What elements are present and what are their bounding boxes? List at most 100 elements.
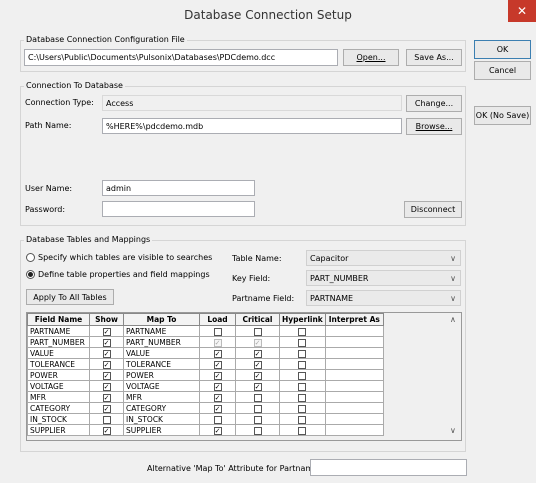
disconnect-button[interactable]: Disconnect (404, 201, 462, 218)
show-checkbox[interactable]: ✓ (102, 338, 111, 347)
connection-type-label: Connection Type: (25, 98, 94, 107)
map-to-cell: PART_NUMBER (123, 336, 200, 348)
change-button[interactable]: Change... (406, 95, 462, 112)
radio-specify-tables[interactable] (26, 253, 35, 262)
table-row[interactable]: VOLTAGE ✓ VOLTAGE ✓ ✓ (27, 380, 384, 392)
load-checkbox[interactable]: ✓ (213, 349, 222, 358)
hyperlink-cell (279, 347, 326, 359)
scroll-up-icon[interactable]: ∧ (450, 315, 456, 324)
critical-checkbox[interactable]: ✓ (253, 360, 262, 369)
close-button[interactable]: ✕ (508, 0, 536, 22)
map-to-cell: MFR (123, 391, 200, 403)
critical-checkbox[interactable] (253, 393, 262, 402)
critical-checkbox[interactable] (253, 327, 262, 336)
critical-checkbox[interactable] (253, 404, 262, 413)
table-row[interactable]: CATEGORY ✓ CATEGORY ✓ (27, 402, 384, 414)
hyperlink-checkbox[interactable] (298, 360, 307, 369)
browse-button[interactable]: Browse... (406, 118, 462, 135)
show-checkbox[interactable]: ✓ (102, 360, 111, 369)
key-field-select[interactable]: PART_NUMBER ∨ (306, 270, 461, 286)
table-row[interactable]: TOLERANCE ✓ TOLERANCE ✓ ✓ (27, 358, 384, 370)
critical-checkbox[interactable]: ✓ (253, 349, 262, 358)
load-checkbox[interactable]: ✓ (213, 360, 222, 369)
critical-checkbox[interactable] (253, 415, 262, 424)
hyperlink-checkbox[interactable] (298, 404, 307, 413)
show-checkbox[interactable]: ✓ (102, 327, 111, 336)
ok-no-save-button[interactable]: OK (No Save) (474, 106, 531, 125)
table-row[interactable]: PARTNAME ✓ PARTNAME (27, 325, 384, 337)
path-name-field[interactable]: %HERE%\pdcdemo.mdb (102, 118, 402, 134)
column-header[interactable]: Field Name (27, 313, 90, 326)
partname-field-select[interactable]: PARTNAME ∨ (306, 290, 461, 306)
load-checkbox[interactable]: ✓ (213, 426, 222, 435)
show-checkbox[interactable]: ✓ (102, 349, 111, 358)
table-name-select[interactable]: Capacitor ∨ (306, 250, 461, 266)
table-row[interactable]: VALUE ✓ VALUE ✓ ✓ (27, 347, 384, 359)
show-cell: ✓ (89, 325, 124, 337)
show-checkbox[interactable] (102, 415, 111, 424)
open-button[interactable]: Open... (343, 49, 399, 66)
show-checkbox[interactable]: ✓ (102, 426, 111, 435)
hyperlink-checkbox[interactable] (298, 338, 307, 347)
critical-cell: ✓ (235, 358, 280, 370)
hyperlink-checkbox[interactable] (298, 382, 307, 391)
radio-define-properties[interactable] (26, 270, 35, 279)
field-name-cell: CATEGORY (27, 402, 90, 414)
partname-field-value: PARTNAME (310, 293, 354, 303)
apply-to-all-tables-button[interactable]: Apply To All Tables (26, 289, 114, 305)
critical-checkbox[interactable] (253, 426, 262, 435)
table-row[interactable]: PART_NUMBER ✓ PART_NUMBER ✓ ✓ (27, 336, 384, 348)
load-checkbox[interactable] (213, 327, 222, 336)
hyperlink-checkbox[interactable] (298, 371, 307, 380)
load-cell: ✓ (199, 402, 236, 414)
table-row[interactable]: SUPPLIER ✓ SUPPLIER ✓ (27, 424, 384, 436)
config-file-path-field[interactable]: C:\Users\Public\Documents\Pulsonix\Datab… (24, 49, 338, 66)
hyperlink-cell (279, 424, 326, 436)
table-row[interactable]: IN_STOCK IN_STOCK (27, 413, 384, 425)
load-checkbox[interactable]: ✓ (213, 382, 222, 391)
mappings-grid[interactable]: Field Name Show Map To Load Critical Hyperlin… (26, 312, 462, 441)
hyperlink-checkbox[interactable] (298, 415, 307, 424)
scroll-down-icon[interactable]: ∨ (450, 426, 456, 435)
load-checkbox[interactable]: ✓ (213, 404, 222, 413)
column-header[interactable]: Show (89, 313, 124, 326)
save-as-button[interactable]: Save As... (406, 49, 462, 66)
hyperlink-checkbox[interactable] (298, 349, 307, 358)
load-cell (199, 413, 236, 425)
hyperlink-checkbox[interactable] (298, 393, 307, 402)
show-checkbox[interactable]: ✓ (102, 371, 111, 380)
show-checkbox[interactable]: ✓ (102, 404, 111, 413)
map-to-cell: CATEGORY (123, 402, 200, 414)
column-header[interactable]: Map To (123, 313, 200, 326)
user-name-field[interactable]: admin (102, 180, 255, 196)
cancel-button[interactable]: Cancel (474, 61, 531, 80)
password-field[interactable] (102, 201, 255, 217)
hyperlink-checkbox[interactable] (298, 327, 307, 336)
load-checkbox[interactable]: ✓ (213, 371, 222, 380)
alt-map-field[interactable] (310, 459, 467, 476)
mappings-group-label: Database Tables and Mappings (24, 235, 153, 244)
column-header[interactable]: Critical (235, 313, 280, 326)
vertical-scrollbar[interactable]: ∧ ∨ (447, 313, 461, 440)
load-checkbox[interactable] (213, 415, 222, 424)
hyperlink-cell (279, 380, 326, 392)
show-checkbox[interactable]: ✓ (102, 393, 111, 402)
ok-button[interactable]: OK (474, 40, 531, 59)
critical-checkbox[interactable]: ✓ (253, 371, 262, 380)
load-checkbox: ✓ (213, 338, 222, 347)
table-row[interactable]: POWER ✓ POWER ✓ ✓ (27, 369, 384, 381)
critical-cell (235, 402, 280, 414)
critical-checkbox[interactable]: ✓ (253, 382, 262, 391)
path-name-label: Path Name: (25, 121, 72, 130)
table-row[interactable]: MFR ✓ MFR ✓ (27, 391, 384, 403)
table-name-value: Capacitor (310, 253, 349, 263)
load-cell (199, 325, 236, 337)
hyperlink-checkbox[interactable] (298, 426, 307, 435)
load-checkbox[interactable]: ✓ (213, 393, 222, 402)
column-header[interactable]: Hyperlink (279, 313, 326, 326)
field-name-cell: VALUE (27, 347, 90, 359)
column-header[interactable]: Interpret As (324, 313, 384, 326)
column-header[interactable]: Load (199, 313, 236, 326)
show-checkbox[interactable]: ✓ (102, 382, 111, 391)
show-cell: ✓ (89, 336, 124, 348)
